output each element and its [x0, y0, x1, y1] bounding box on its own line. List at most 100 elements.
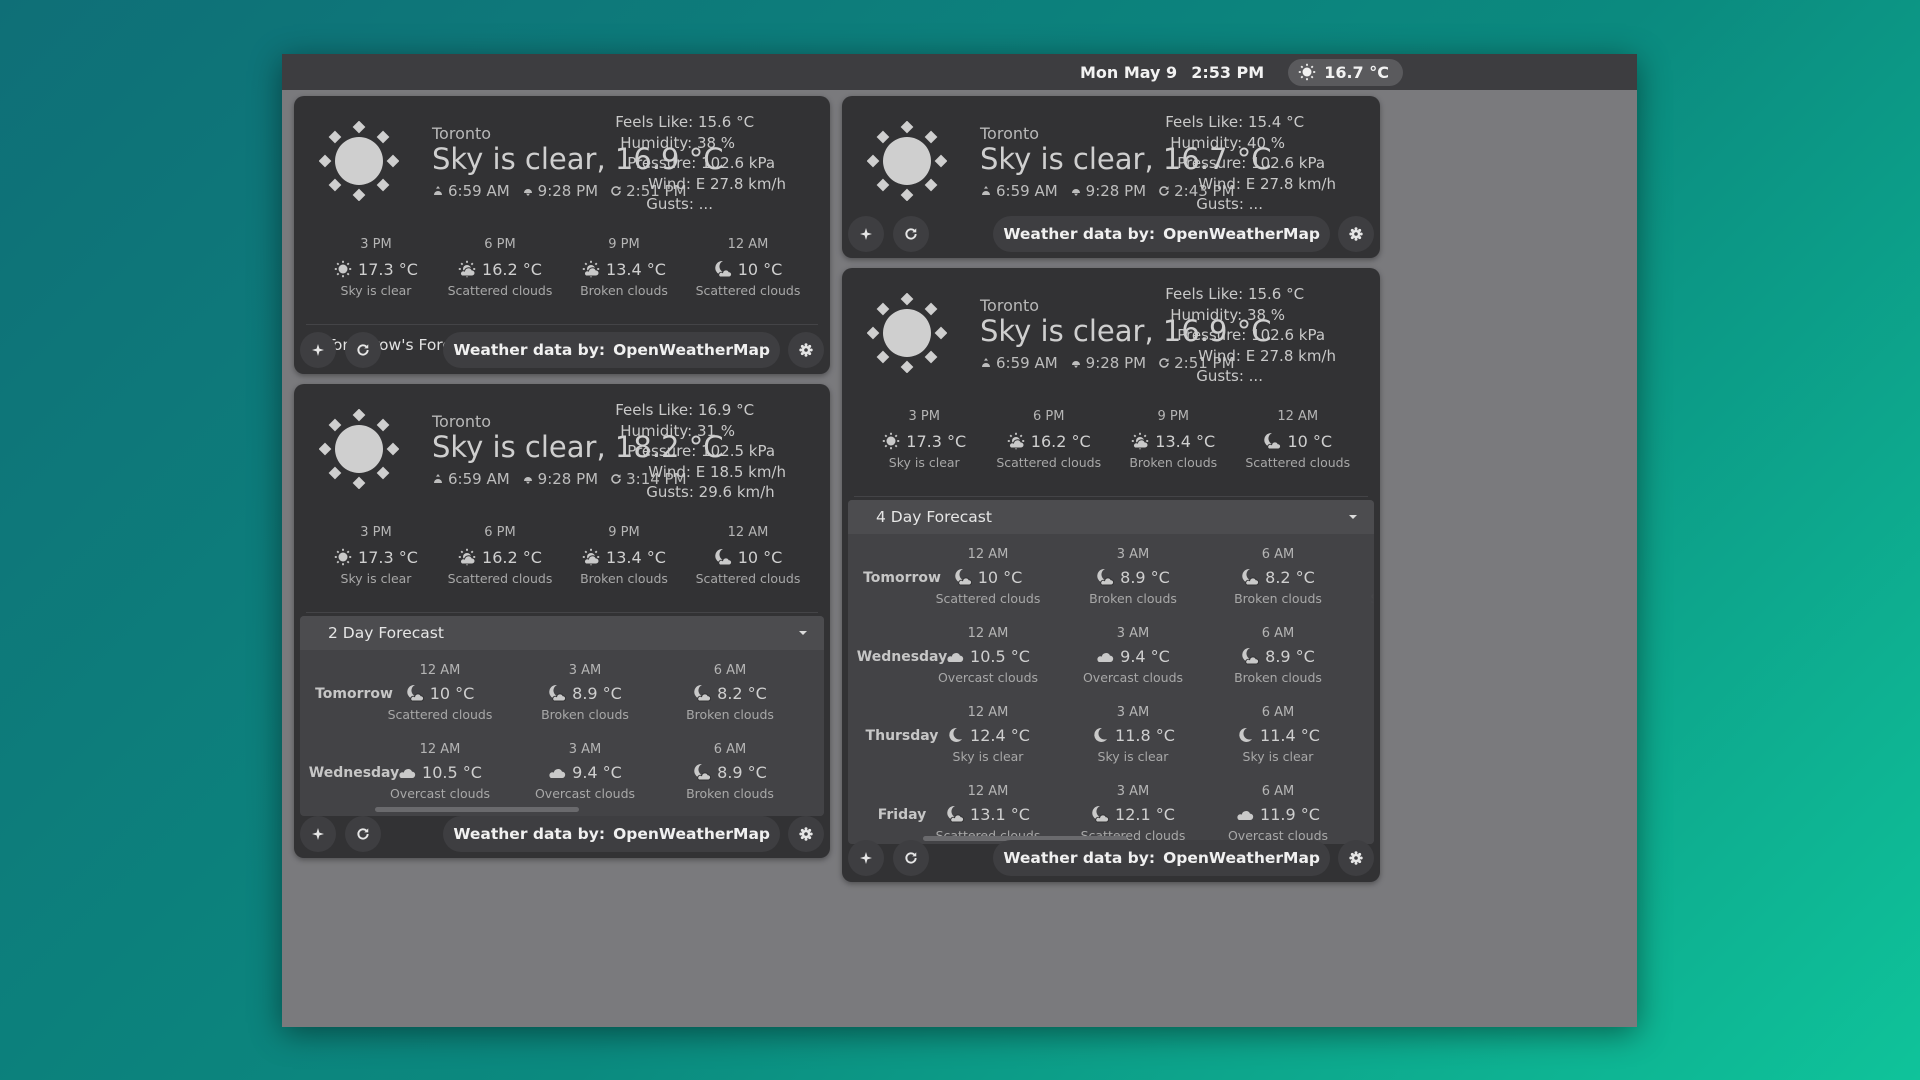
moon-icon [1091, 726, 1109, 744]
hour-temp: 10 °C [737, 547, 783, 567]
refresh-button[interactable] [345, 332, 381, 368]
cloud-icon [398, 763, 416, 781]
forecast-time: 12 AM [967, 784, 1009, 799]
card-footer: Weather data by: OpenWeatherMap [294, 324, 830, 374]
gusts: Gusts: ... [646, 195, 713, 213]
weather-details: Feels Like: 15.4 °C Humidity: 40 % Press… [1165, 112, 1336, 215]
cloud-icon [548, 763, 566, 781]
forecast-value: 9.4 °C [515, 761, 655, 783]
sunrise: 6:59 AM [980, 354, 1058, 372]
wind: Wind: E 18.5 km/h [648, 462, 786, 481]
forecast-temp: 8.9 °C [1120, 567, 1170, 587]
moon-cloud-icon [1263, 432, 1282, 450]
hour-desc: Broken clouds [580, 283, 668, 298]
pressure: Pressure: 102.6 kPa [627, 154, 776, 172]
hour-temp: 13.4 °C [606, 547, 666, 567]
hour-temp: 17.3 °C [358, 547, 418, 567]
sun-cloud-icon [458, 548, 476, 566]
forecast-day-row: Tomorrow 12 AM 10 °C Scattered clouds 3 … [300, 662, 824, 742]
hour-temp: 16.2 °C [1030, 431, 1091, 451]
hourly-cell: 12 AM 10 °C Scattered clouds [686, 524, 810, 596]
hour-temp: 10 °C [1287, 431, 1333, 451]
forecast-header[interactable]: 4 Day Forecast [848, 500, 1374, 534]
forecast-header[interactable]: 2 Day Forecast [300, 616, 824, 650]
provider-link[interactable]: Weather data by: OpenWeatherMap [443, 816, 780, 852]
forecast-desc: Scattered clouds [935, 591, 1041, 606]
forecast-temp: 11.9 °C [1260, 804, 1320, 824]
hourly-cell: 3 PM 17.3 °C Sky is clear [314, 524, 438, 596]
humidity: Humidity: 40 % [1170, 133, 1286, 152]
hour-value: 16.2 °C [438, 546, 562, 568]
cloud-icon [946, 647, 964, 665]
sunset-icon [522, 473, 534, 485]
gear-icon [1349, 227, 1363, 241]
hour-temp: 13.4 °C [606, 259, 666, 279]
forecast-cell: 12 AM 10.5 °C Overcast clouds [918, 625, 1058, 685]
forecast-temp: 10.5 °C [422, 762, 482, 782]
locate-button[interactable] [848, 216, 884, 252]
forecast-cell: 3 AM 9.4 °C Overcast clouds [515, 741, 655, 801]
hourly-cell: 12 AM 10 °C Scattered clouds [686, 236, 810, 308]
hour-value: 10 °C [686, 258, 810, 280]
moon-cloud-icon [1096, 568, 1115, 586]
forecast-temp: 10 °C [977, 567, 1023, 587]
locate-icon [311, 343, 325, 357]
forecast-time: 6 AM [1261, 705, 1295, 720]
forecast-temp: 13.1 °C [970, 804, 1030, 824]
hour-desc: Sky is clear [340, 283, 412, 298]
provider-link[interactable]: Weather data by: OpenWeatherMap [443, 332, 780, 368]
chevron-down-icon [1344, 508, 1362, 526]
locate-button[interactable] [300, 816, 336, 852]
settings-button[interactable] [1338, 840, 1374, 876]
top-bar: Mon May 9 2:53 PM 16.7 °C [282, 54, 1637, 90]
date-label: Mon May 9 [1079, 62, 1178, 82]
sunrise-time: 6:59 AM [996, 182, 1058, 200]
hourly-cell: 3 PM 17.3 °C Sky is clear [314, 236, 438, 308]
provider-link[interactable]: Weather data by: OpenWeatherMap [993, 840, 1330, 876]
hour-desc: Scattered clouds [447, 283, 553, 298]
pressure: Pressure: 102.5 kPa [627, 442, 776, 460]
settings-button[interactable] [788, 816, 824, 852]
clock[interactable]: Mon May 9 2:53 PM [1080, 63, 1264, 82]
provider-name: OpenWeatherMap [1163, 225, 1320, 243]
gusts: Gusts: 29.6 km/h [646, 483, 775, 501]
forecast-time: 12 AM [419, 742, 461, 757]
sun-cloud-icon [582, 548, 600, 566]
forecast-value: 8.2 °C [1208, 566, 1348, 588]
forecast-cell: 3 AM 9.4 °C Overcast clouds [1063, 625, 1203, 685]
weather-card-4: Toronto Sky is clear, 16.9 °C 6:59 AM 9:… [842, 268, 1380, 882]
hour-desc: Broken clouds [580, 571, 668, 586]
hour-value: 16.2 °C [438, 258, 562, 280]
sunrise-time: 6:59 AM [448, 470, 510, 488]
locate-button[interactable] [300, 332, 336, 368]
locate-icon [859, 227, 873, 241]
provider-link[interactable]: Weather data by: OpenWeatherMap [993, 216, 1330, 252]
moon-cloud-icon [693, 763, 712, 781]
hour-label: 9 PM [608, 237, 640, 252]
forecast-panel-4day: 4 Day Forecast Tomorrow 12 AM 10 °C Scat… [848, 500, 1374, 844]
refresh-button[interactable] [893, 216, 929, 252]
refresh-button[interactable] [345, 816, 381, 852]
forecast-cell: 3 AM 8.9 °C Broken clouds [1063, 546, 1203, 606]
forecast-cell: 12 AM 10.5 °C Overcast clouds [370, 741, 510, 801]
forecast-desc: Overcast clouds [1082, 670, 1184, 685]
refresh-icon [904, 227, 918, 241]
refresh-button[interactable] [893, 840, 929, 876]
settings-button[interactable] [1338, 216, 1374, 252]
wind: Wind: E 27.8 km/h [1198, 346, 1336, 365]
humidity: Humidity: 38 % [1170, 305, 1286, 324]
moon-cloud-icon [1091, 805, 1110, 823]
card-footer: Weather data by: OpenWeatherMap [842, 208, 1380, 258]
panel-weather-indicator[interactable]: 16.7 °C [1288, 58, 1403, 86]
settings-button[interactable] [788, 332, 824, 368]
hour-label: 6 PM [484, 237, 516, 252]
forecast-time: 3 AM [1116, 705, 1150, 720]
moon-cloud-icon [946, 805, 965, 823]
hour-temp: 17.3 °C [358, 259, 418, 279]
sunset-time: 9:28 PM [537, 470, 599, 488]
forecast-temp: 12.1 °C [1115, 804, 1175, 824]
location-label: Toronto [432, 412, 492, 431]
locate-button[interactable] [848, 840, 884, 876]
divider [306, 612, 818, 613]
location-label: Toronto [432, 124, 492, 143]
